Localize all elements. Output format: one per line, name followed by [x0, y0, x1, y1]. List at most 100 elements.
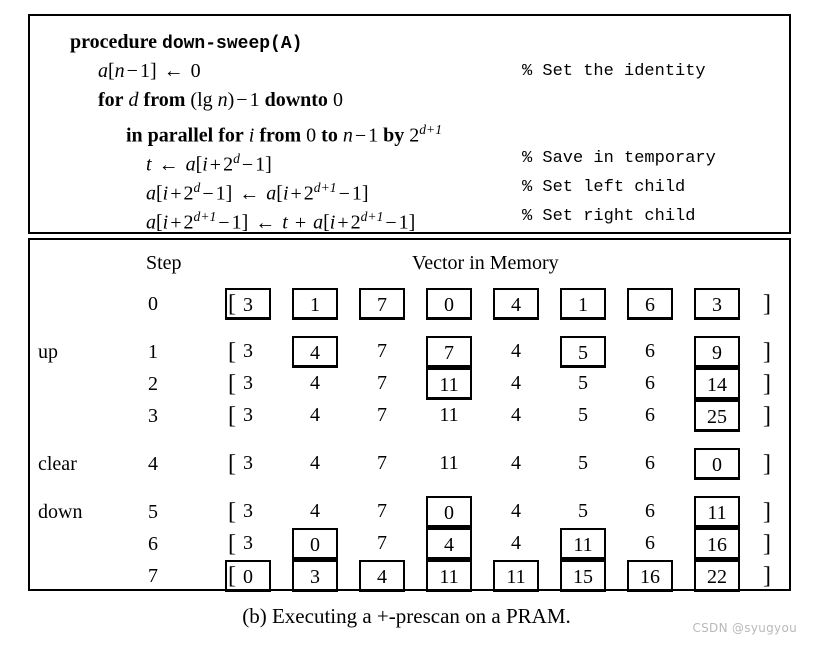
vector-cell-highlighted: 11 — [426, 560, 472, 592]
vector-cell: 7 — [377, 500, 387, 522]
vector-cell: 6 — [645, 500, 655, 522]
vector-cell: 6 — [645, 404, 655, 426]
plus-op-6: + — [337, 211, 349, 234]
bracket-close: ] — [763, 499, 771, 525]
table-row: 7[0 3 4 11 11 15 16 22] — [30, 560, 789, 592]
row-phase-label: down — [38, 501, 83, 523]
bracket-close: ] — [763, 403, 771, 429]
vector-cell-highlighted: 0 — [694, 448, 740, 480]
vector-cell-highlighted: 4 — [292, 336, 338, 368]
table-row: up 1[3 4 7 7 4 5 6 9] — [30, 336, 789, 368]
table-row: clear 4[3 4 7 11 4 5 6 0] — [30, 448, 789, 480]
vector-cell: 6 — [645, 532, 655, 554]
exponent-d-plus-1-3: d+1 — [193, 209, 217, 224]
vector-cell: 3 — [243, 372, 253, 394]
vector-cell-highlighted: 16 — [627, 560, 673, 592]
num-two-5: 2 — [183, 211, 194, 234]
code-line-7-text: a[i +2d+1−1] ← t + a[i +2d+1−1] — [30, 202, 415, 238]
bracket-close: ] — [763, 563, 771, 589]
vector-cell-highlighted: 3 — [694, 288, 740, 320]
lbrack-6: [ — [323, 211, 330, 234]
assign-arrow: ← — [163, 60, 184, 82]
num-two-6: 2 — [350, 211, 361, 234]
row-phase-label: up — [38, 341, 58, 363]
var-a-6: a — [313, 211, 324, 234]
rbrack-5: ] — [241, 211, 249, 234]
var-a: a — [98, 60, 108, 82]
figure-caption: (b) Executing a +-prescan on a PRAM. — [242, 604, 571, 628]
vector-cell-highlighted: 4 — [493, 288, 539, 320]
column-header-vector: Vector in Memory — [412, 252, 559, 274]
vector-cell-highlighted: 22 — [694, 560, 740, 592]
row-step-number: 6 — [148, 533, 158, 555]
row-phase-label: clear — [38, 453, 77, 475]
vector-cell: 4 — [511, 340, 521, 362]
row-step-number: 3 — [148, 405, 158, 427]
code-line-3: for d from (lg n) −1 downto 0 — [30, 86, 789, 115]
code-line-4: in parallel for i from 0 to n −1 by 2d+1 — [30, 115, 789, 147]
assign-arrow-4: ← — [255, 211, 276, 234]
vector-cell: 11 — [439, 404, 459, 426]
code-comment-4: % Set right child — [522, 207, 696, 226]
vector-cell-highlighted: 11 — [493, 560, 539, 592]
table-row: 6[3 0 7 4 4 11 6 16] — [30, 528, 789, 560]
code-line-1-text: procedure down-sweep(A) — [30, 28, 302, 59]
minus-op: − — [126, 60, 138, 82]
keyword-for: for — [98, 89, 124, 111]
vector-cell: 4 — [511, 532, 521, 554]
code-comment-1: % Set the identity — [522, 62, 706, 81]
code-line-2: a[n −1] ← 0 % Set the identity — [30, 57, 789, 86]
num-one-8: 1 — [398, 211, 409, 234]
vector-cell: 6 — [645, 452, 655, 474]
vector-cell: 4 — [310, 500, 320, 522]
vector-cell-highlighted: 16 — [694, 528, 740, 560]
vector-cell: 7 — [377, 452, 387, 474]
figure-container: procedure down-sweep(A) a[n −1] ← 0 % Set… — [28, 14, 791, 592]
vector-cell-highlighted: 4 — [359, 560, 405, 592]
minus-op-2: − — [236, 89, 248, 111]
code-line-3-text: for d from (lg n) −1 downto 0 — [30, 86, 343, 115]
pseudocode-panel: procedure down-sweep(A) a[n −1] ← 0 % Set… — [28, 14, 791, 234]
vector-cell-highlighted: 11 — [426, 368, 472, 400]
exponent-d: d — [233, 151, 240, 166]
minus-op-7: − — [218, 211, 230, 234]
var-d: d — [128, 89, 139, 111]
table-row: 3[3 4 7 11 4 5 6 25] — [30, 400, 789, 432]
row-step-number: 0 — [148, 293, 158, 315]
rbrack-6: ] — [408, 211, 416, 234]
plus-op-5: + — [294, 211, 307, 234]
pseudocode-body: procedure down-sweep(A) a[n −1] ← 0 % Set… — [30, 16, 789, 234]
row-step-number: 7 — [148, 565, 158, 587]
trace-table-body: Step Vector in Memory 0[3 1 7 0 4 1 6 3] up 1[3 4 7… — [30, 240, 789, 592]
code-comment-2: % Save in temporary — [522, 149, 716, 168]
num-one-7: 1 — [231, 211, 242, 234]
vector-cell-highlighted: 11 — [560, 528, 606, 560]
code-line-7: a[i +2d+1−1] ← t + a[i +2d+1−1] % Set righ… — [30, 202, 789, 234]
vector-cell-highlighted: 7 — [426, 336, 472, 368]
vector-cell-highlighted: 3 — [292, 560, 338, 592]
vector-cell: 7 — [377, 340, 387, 362]
vector-cell-highlighted: 0 — [426, 496, 472, 528]
vector-cell: 5 — [578, 372, 588, 394]
vector-cell: 4 — [310, 372, 320, 394]
lbrack: [ — [108, 60, 115, 82]
vector-cell-highlighted: 25 — [694, 400, 740, 432]
plus-op-4: + — [170, 211, 182, 234]
row-step-number: 1 — [148, 341, 158, 363]
vector-cell: 7 — [377, 404, 387, 426]
table-row: 0[3 1 7 0 4 1 6 3] — [30, 288, 789, 320]
row-step-number: 2 — [148, 373, 158, 395]
vector-cell: 6 — [645, 372, 655, 394]
vector-cell: 4 — [310, 452, 320, 474]
vector-cell-highlighted: 11 — [694, 496, 740, 528]
rbrack: ] — [149, 60, 157, 82]
keyword-downto: downto — [264, 89, 328, 111]
code-comment-3: % Set left child — [522, 178, 686, 197]
vector-cell-highlighted: 5 — [560, 336, 606, 368]
bracket-close: ] — [763, 291, 771, 317]
vector-cell-highlighted: 1 — [292, 288, 338, 320]
vector-cell-highlighted: 14 — [694, 368, 740, 400]
table-row: 2[3 4 7 11 4 5 6 14] — [30, 368, 789, 400]
var-a-5: a — [146, 211, 156, 234]
trace-table-panel: Step Vector in Memory 0[3 1 7 0 4 1 6 3] up 1[3 4 7… — [28, 238, 791, 592]
